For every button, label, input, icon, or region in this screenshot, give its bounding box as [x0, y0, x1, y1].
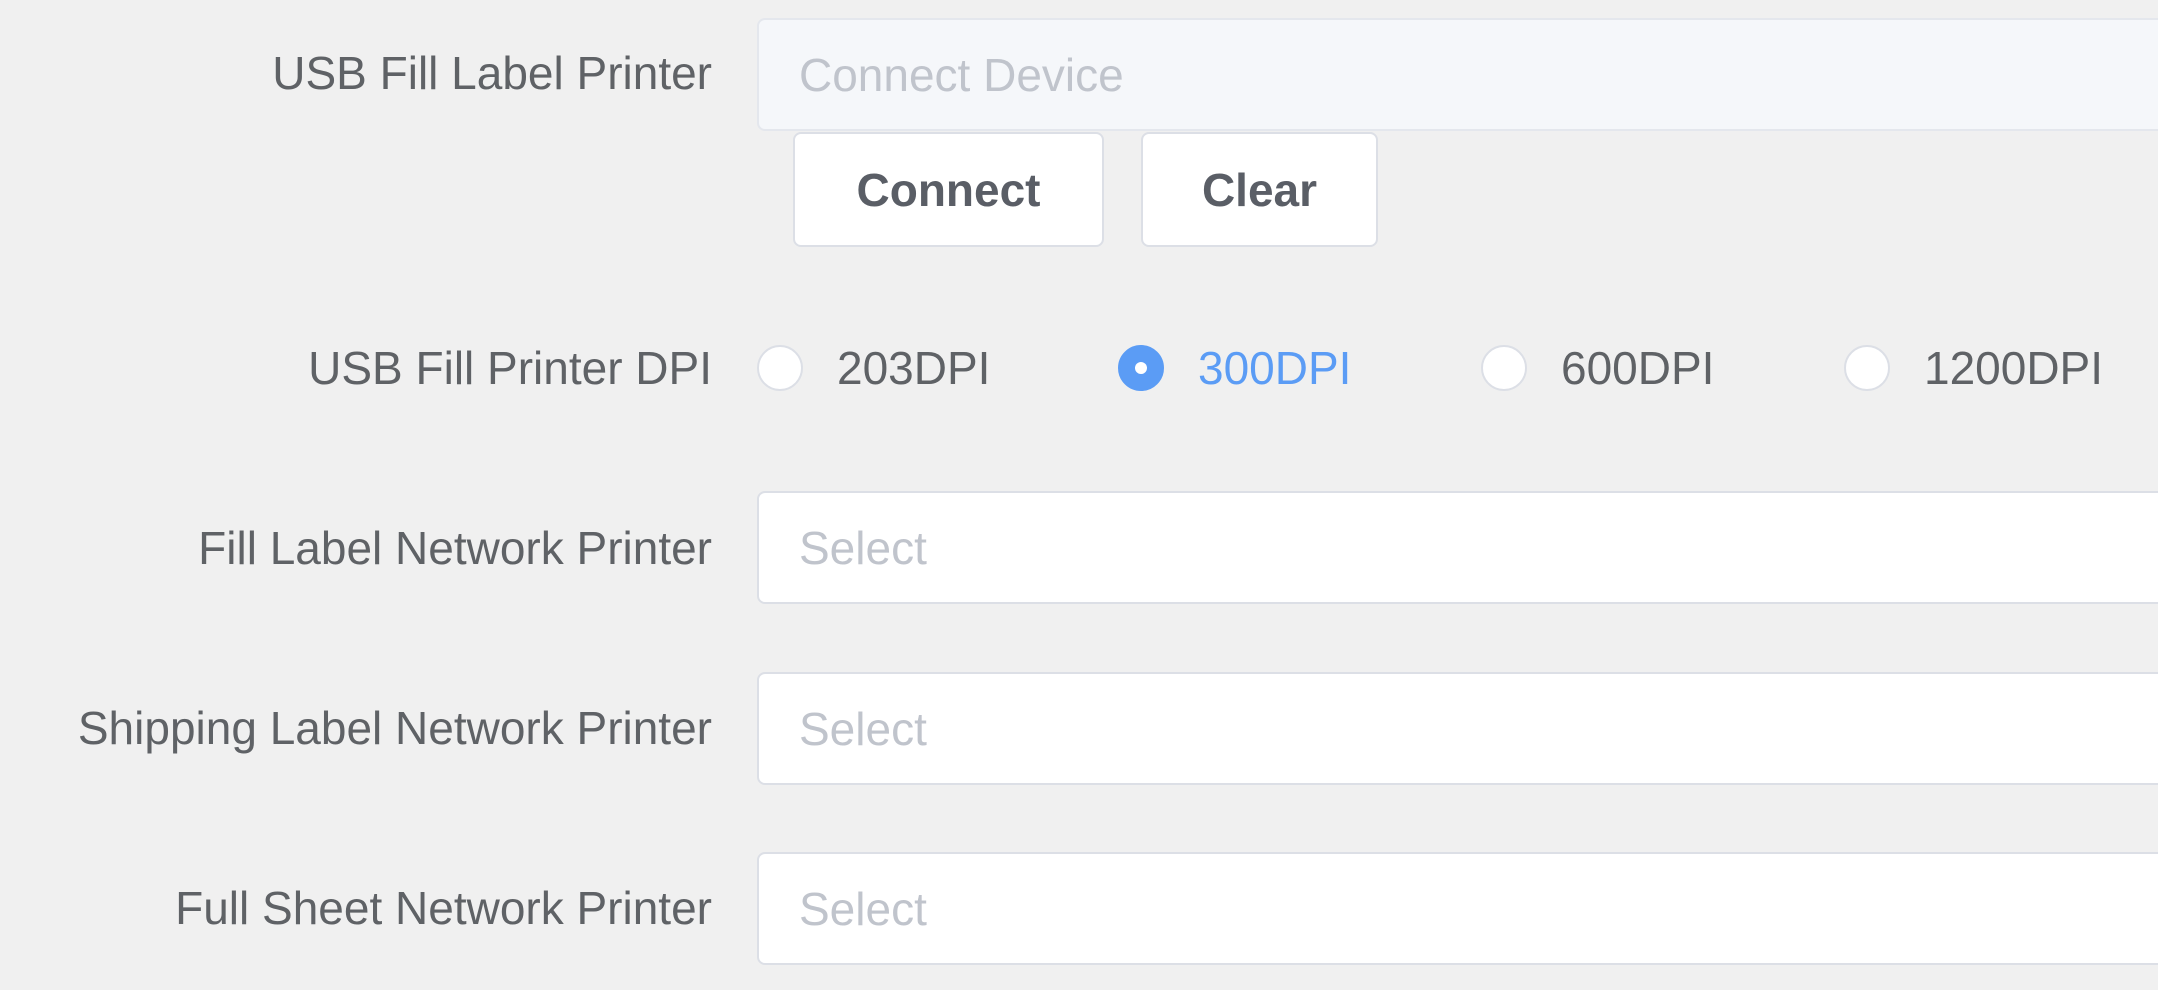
radio-600dpi[interactable]: 600DPI: [1481, 336, 1714, 400]
radio-circle-icon: [1481, 345, 1527, 391]
radio-300dpi[interactable]: 300DPI: [1118, 336, 1351, 400]
shipping-label-network-printer-placeholder: Select: [799, 702, 927, 755]
usb-fill-printer-dpi-label: USB Fill Printer DPI: [308, 342, 712, 394]
radio-circle-icon: [1844, 345, 1890, 391]
fill-label-network-printer-label: Fill Label Network Printer: [198, 522, 712, 574]
shipping-label-network-printer-label: Shipping Label Network Printer: [77, 702, 712, 754]
radio-label-600dpi: 600DPI: [1561, 342, 1715, 394]
radio-label-300dpi: 300DPI: [1198, 342, 1352, 394]
printer-settings-form: USB Fill Label Printer Connect Device Co…: [0, 0, 2158, 990]
usb-fill-label-printer-label: USB Fill Label Printer: [272, 47, 712, 99]
shipping-label-network-printer-select[interactable]: Select: [757, 672, 2158, 785]
radio-1200dpi[interactable]: 1200DPI: [1844, 336, 2103, 400]
full-sheet-network-printer-label: Full Sheet Network Printer: [175, 882, 712, 934]
full-sheet-network-printer-select[interactable]: Select: [757, 852, 2158, 965]
fill-label-network-printer-placeholder: Select: [799, 521, 927, 574]
radio-checked-icon: [1118, 345, 1164, 391]
fill-label-network-printer-select[interactable]: Select: [757, 491, 2158, 604]
clear-button[interactable]: Clear: [1141, 132, 1378, 247]
connect-button[interactable]: Connect: [793, 132, 1104, 247]
radio-label-1200dpi: 1200DPI: [1924, 342, 2104, 394]
radio-label-203dpi: 203DPI: [837, 342, 991, 394]
full-sheet-network-printer-placeholder: Select: [799, 882, 927, 935]
radio-203dpi[interactable]: 203DPI: [757, 336, 990, 400]
usb-fill-label-printer-placeholder: Connect Device: [799, 48, 1124, 101]
radio-circle-icon: [757, 345, 803, 391]
usb-fill-label-printer-input[interactable]: Connect Device: [757, 18, 2158, 131]
